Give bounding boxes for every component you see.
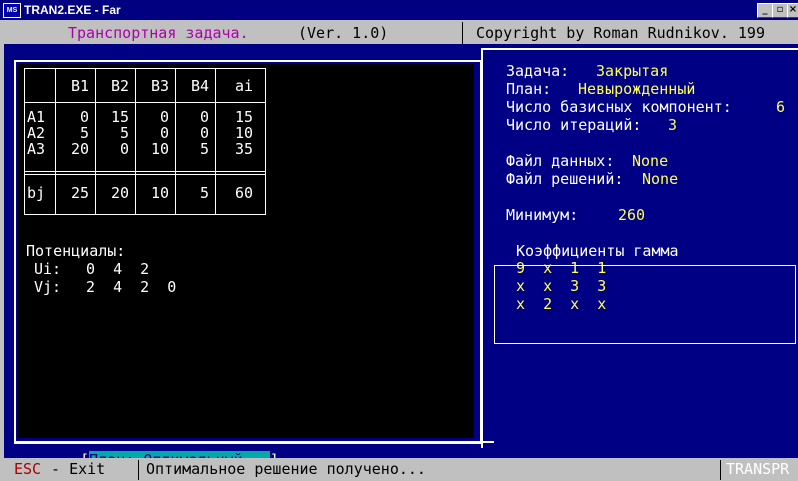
table-rule bbox=[175, 69, 176, 214]
datafile-value: None bbox=[632, 152, 669, 170]
table-cell: 15 bbox=[110, 108, 129, 126]
table-cell: 20 bbox=[110, 184, 129, 202]
transport-table: B1 B2 B3 B4 ai A1 0 15 0 0 15 A2 5 5 0 0… bbox=[24, 68, 266, 215]
col-header-b1: B1 bbox=[70, 77, 89, 95]
app-title: Транспортная задача. bbox=[68, 24, 249, 42]
gamma-row: x 2 x x bbox=[516, 295, 607, 313]
table-cell: 15 bbox=[234, 108, 253, 126]
exit-label: - Exit bbox=[42, 460, 106, 478]
table-cell: 25 bbox=[70, 184, 89, 202]
gamma-row: 9 x 1 1 bbox=[516, 259, 607, 277]
task-value: Закрытая bbox=[596, 62, 669, 80]
esc-key[interactable]: ESC bbox=[14, 460, 41, 478]
maximize-button[interactable]: ▫ bbox=[772, 3, 788, 18]
minimize-button[interactable]: _ bbox=[757, 3, 773, 18]
table-rule bbox=[25, 171, 265, 172]
table-rule bbox=[135, 69, 136, 214]
window-titlebar[interactable]: MS TRAN2.EXE - Far _ ▫ × bbox=[0, 0, 798, 20]
row-label-a1: A1 bbox=[27, 108, 46, 126]
table-cell: 10 bbox=[234, 124, 253, 142]
col-header-b4: B4 bbox=[190, 77, 209, 95]
datafile-label: Файл данных: bbox=[506, 152, 615, 170]
basis-value: 6 bbox=[776, 98, 786, 116]
plan-value: Невырожденный bbox=[578, 80, 696, 98]
table-cell: 10 bbox=[150, 184, 169, 202]
table-rule bbox=[215, 69, 216, 214]
version-label: (Ver. 1.0) bbox=[298, 24, 389, 42]
header-separator bbox=[462, 22, 463, 44]
table-rule bbox=[95, 69, 96, 214]
table-panel: B1 B2 B3 B4 ai A1 0 15 0 0 15 A2 5 5 0 0… bbox=[18, 64, 474, 438]
table-rule bbox=[55, 69, 56, 214]
potentials-ui-values: 0 4 2 bbox=[86, 260, 150, 278]
solfile-value: None bbox=[642, 170, 679, 188]
table-cell: 10 bbox=[150, 140, 169, 158]
row-label-bj: bj bbox=[27, 184, 46, 202]
table-rule bbox=[25, 102, 265, 103]
potentials-title: Потенциалы: bbox=[26, 242, 126, 260]
task-label: Задача: bbox=[506, 62, 570, 80]
console-area: Транспортная задача. (Ver. 1.0) Copyrigh… bbox=[4, 22, 798, 481]
header-bar: Транспортная задача. (Ver. 1.0) Copyrigh… bbox=[4, 22, 798, 44]
table-cell: 20 bbox=[70, 140, 89, 158]
close-button[interactable]: × bbox=[787, 3, 798, 18]
table-cell: 0 bbox=[119, 140, 129, 158]
solfile-label: Файл решений: bbox=[506, 170, 624, 188]
table-cell: 60 bbox=[234, 184, 253, 202]
col-header-ai: ai bbox=[234, 77, 253, 95]
plan-label: План: bbox=[506, 80, 552, 98]
status-right-label: TRANSPR bbox=[726, 460, 790, 478]
table-cell: 5 bbox=[199, 140, 209, 158]
table-cell: 35 bbox=[234, 140, 253, 158]
potentials-vj-values: 2 4 2 0 bbox=[86, 278, 177, 296]
col-header-b2: B2 bbox=[110, 77, 129, 95]
potentials-vj-label: Vj: bbox=[34, 278, 62, 296]
window-title: TRAN2.EXE - Far bbox=[24, 3, 121, 17]
row-label-a2: A2 bbox=[27, 124, 46, 142]
table-cell: 5 bbox=[119, 124, 129, 142]
table-cell: 0 bbox=[199, 108, 209, 126]
table-cell: 5 bbox=[79, 124, 89, 142]
app-icon[interactable]: MS bbox=[3, 3, 21, 18]
minimum-label: Минимум: bbox=[506, 206, 579, 224]
basis-label: Число базисных компонент: bbox=[506, 98, 732, 116]
row-label-a3: A3 bbox=[27, 140, 46, 158]
potentials-ui-label: Ui: bbox=[34, 260, 62, 278]
status-bar: ESC - Exit Оптимальное решение получено.… bbox=[4, 458, 798, 481]
minimum-value: 260 bbox=[618, 206, 646, 224]
col-header-b3: B3 bbox=[150, 77, 169, 95]
iterations-label: Число итераций: bbox=[506, 116, 642, 134]
table-cell: 0 bbox=[79, 108, 89, 126]
table-rule bbox=[25, 174, 265, 175]
gamma-title: Коэффициенты гамма bbox=[512, 242, 683, 260]
footer-separator bbox=[720, 460, 721, 480]
table-cell: 0 bbox=[159, 108, 169, 126]
iterations-value: 3 bbox=[668, 116, 678, 134]
copyright-label: Copyright by Roman Rudnikov. 199 bbox=[476, 24, 765, 42]
status-message: Оптимальное решение получено... bbox=[146, 460, 426, 478]
gamma-row: x x 3 3 bbox=[516, 277, 607, 295]
table-cell: 5 bbox=[199, 184, 209, 202]
table-cell: 0 bbox=[159, 124, 169, 142]
footer-separator bbox=[138, 460, 139, 480]
table-cell: 0 bbox=[199, 124, 209, 142]
